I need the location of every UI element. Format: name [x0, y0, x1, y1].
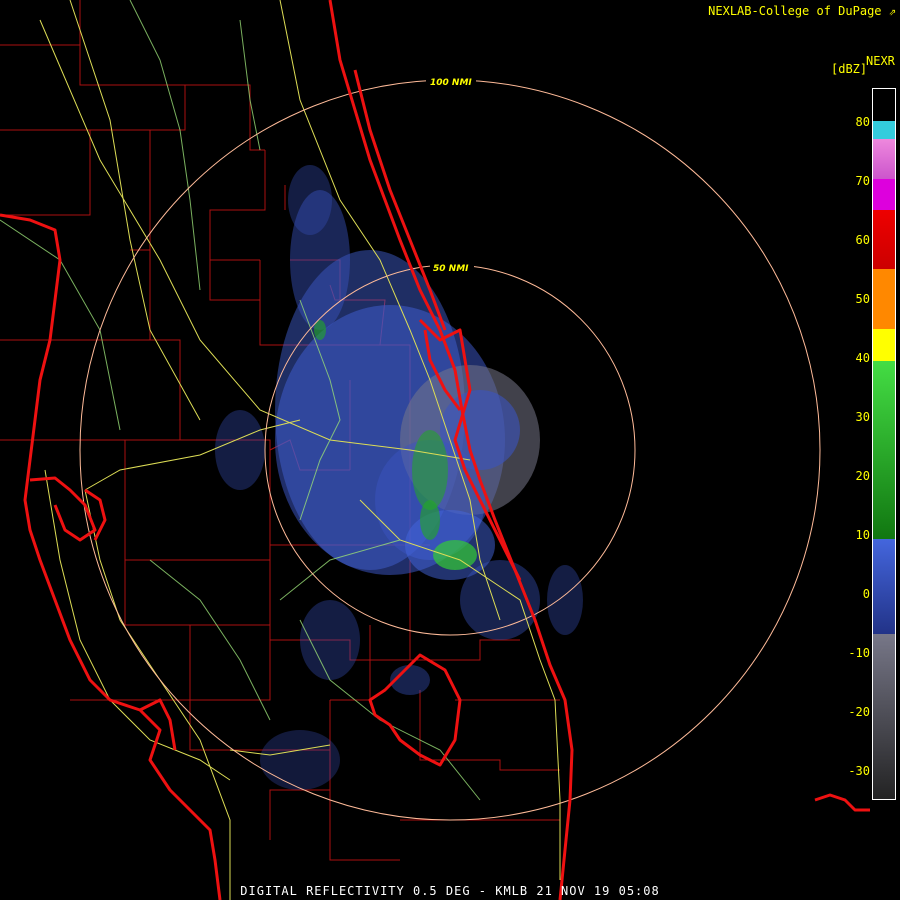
- product-code: NEXR: [866, 54, 895, 68]
- scale-tick: 80: [855, 115, 870, 129]
- scale-tick: -30: [848, 764, 870, 778]
- product-footer: DIGITAL REFLECTIVITY 0.5 DEG - KMLB 21 N…: [240, 884, 660, 898]
- scale-tick: 60: [855, 233, 870, 247]
- credit-text[interactable]: NEXLAB-College of DuPage ⇗: [708, 4, 896, 18]
- scale-tick: 20: [855, 469, 870, 483]
- radar-map: 100 NMI 50 NMI: [0, 0, 870, 900]
- ring-50-label: 50 NMI: [433, 264, 469, 274]
- external-link-icon: ⇗: [888, 4, 896, 18]
- scale-tick: 0: [862, 587, 870, 601]
- ring-100-label: 100 NMI: [430, 78, 472, 88]
- credit-label: NEXLAB-College of DuPage: [708, 4, 882, 18]
- scale-tick: -20: [848, 705, 870, 719]
- scale-tick: 50: [855, 292, 870, 306]
- scale-tick: 70: [855, 174, 870, 188]
- color-scale-bar: [872, 88, 896, 800]
- scale-tick: 40: [855, 351, 870, 365]
- scale-tick: 30: [855, 410, 870, 424]
- units-label: [dBZ]: [831, 62, 868, 76]
- scale-tick: -10: [848, 646, 870, 660]
- scale-tick: 10: [855, 528, 870, 542]
